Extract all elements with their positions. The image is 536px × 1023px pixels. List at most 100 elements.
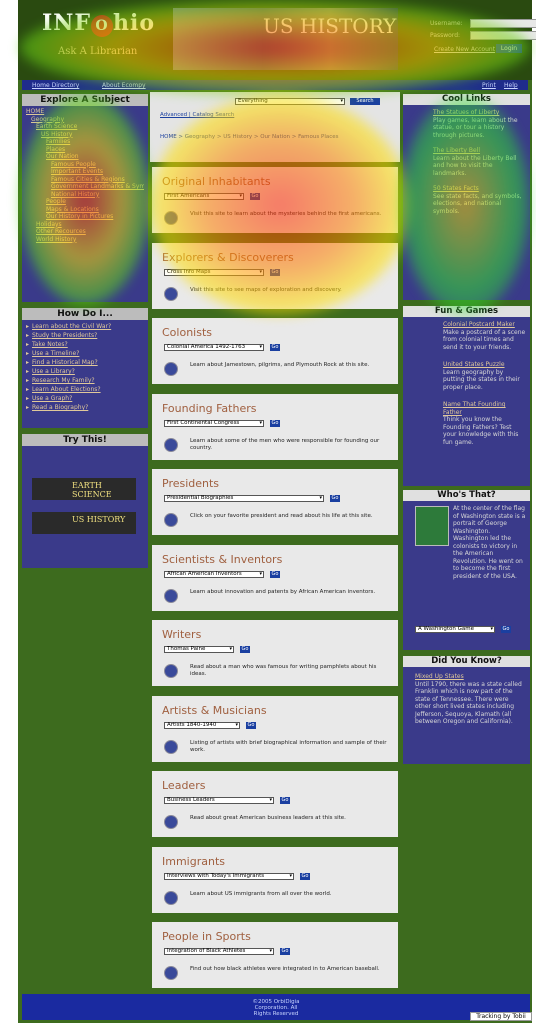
card-description: Learn about some of the men who were res…	[190, 437, 380, 451]
card-go-button[interactable]: Go	[330, 495, 340, 502]
tree-item[interactable]: Famous Cities & Regions	[26, 176, 144, 184]
tree-item[interactable]: Other Recources	[26, 228, 144, 236]
howdo-link[interactable]: Use a Timeline?	[22, 349, 148, 358]
tree-item[interactable]: Places	[26, 146, 144, 154]
whos-that-select[interactable]: A Washington Game	[415, 626, 495, 633]
card-select[interactable]: Presidential Biographies	[164, 495, 324, 502]
tree-item[interactable]: Government Landmarks & Symbols	[26, 183, 144, 191]
card-select[interactable]: First Continental Congress	[164, 419, 264, 427]
card-select[interactable]: Business Leaders	[164, 797, 274, 804]
tree-item[interactable]: US History	[26, 131, 144, 139]
card-description: Learn about Jamestown, pilgrims, and Ply…	[190, 362, 370, 368]
cool-link-item: 50 States Facts See state facts, and symb…	[433, 185, 526, 215]
whos-that-go-button[interactable]: Go	[501, 626, 511, 633]
card-select[interactable]: Interviews with Today's Immigrants	[164, 872, 294, 880]
tree-item[interactable]: Earth Science	[26, 123, 144, 131]
card-go-button[interactable]: Go	[270, 344, 280, 351]
howdo-link[interactable]: Find a Historical Map?	[22, 358, 148, 367]
resource-icon[interactable]	[164, 588, 178, 603]
us-history-banner[interactable]: US HISTORY	[32, 512, 136, 534]
resource-icon[interactable]	[164, 437, 178, 452]
resource-icon[interactable]	[164, 890, 178, 905]
card-go-button[interactable]: Go	[240, 646, 250, 653]
cool-link[interactable]: The Statues of Liberty	[433, 109, 526, 117]
howdo-link[interactable]: Read a Biography?	[22, 403, 148, 412]
nav-print[interactable]: Print	[482, 82, 496, 89]
card-go-button[interactable]: Go	[270, 570, 280, 578]
tree-item[interactable]: National History	[26, 191, 144, 199]
howdo-link[interactable]: Use a Graph?	[22, 394, 148, 403]
howdo-link[interactable]: Learn About Elections?	[22, 385, 148, 394]
tree-item[interactable]: Geography	[26, 116, 144, 124]
tree-item[interactable]: Families	[26, 138, 144, 146]
card-go-button[interactable]: Go	[270, 268, 280, 276]
card-title: Writers	[162, 628, 202, 641]
subject-tree: HOME Geography Earth Science US History Fami…	[22, 106, 148, 245]
search-scope-select[interactable]: Everything	[235, 98, 345, 105]
card-go-button[interactable]: Go	[280, 797, 290, 804]
card-go-button[interactable]: Go	[300, 872, 310, 880]
mixed-up-states-link[interactable]: Mixed Up States	[415, 673, 522, 681]
howdo-link[interactable]: Take Notes?	[22, 340, 148, 349]
card-go-button[interactable]: Go	[246, 721, 256, 729]
infohio-logo[interactable]: INF Ohio	[42, 10, 155, 37]
search-button[interactable]: Search	[350, 98, 380, 105]
card-select[interactable]: African American Inventors	[164, 570, 264, 578]
subject-card: Original Inhabitants First Americans Go Vis…	[150, 165, 400, 235]
fun-game-link[interactable]: Colonial Postcard Maker	[443, 321, 526, 329]
signup-link[interactable]: Create New Account	[434, 46, 495, 53]
fun-game-link[interactable]: Name That Founding Father	[443, 401, 526, 416]
card-select[interactable]: Thomas Paine	[164, 646, 234, 653]
tree-item[interactable]: Holidays	[26, 221, 144, 229]
username-field[interactable]	[470, 19, 536, 28]
tree-item[interactable]: Our History in Pictures	[26, 213, 144, 221]
resource-icon[interactable]	[164, 362, 178, 376]
explore-panel: Explore A Subject HOME Geography Earth Sci…	[22, 94, 148, 302]
card-go-button[interactable]: Go	[250, 193, 260, 200]
howdo-link[interactable]: Use a Library?	[22, 367, 148, 376]
cool-link[interactable]: 50 States Facts	[433, 185, 526, 193]
card-select[interactable]: Colonial America 1492-1763	[164, 344, 264, 351]
howdo-link[interactable]: Learn about the Civil War?	[22, 322, 148, 331]
card-select[interactable]: Artists 1840-1940	[164, 721, 240, 729]
tree-item[interactable]: HOME	[26, 108, 144, 116]
subject-card: Presidents Presidential Biographies Go Clic…	[150, 467, 400, 537]
password-field[interactable]	[470, 31, 536, 40]
card-go-button[interactable]: Go	[270, 419, 280, 427]
tree-item[interactable]: Famous People	[26, 161, 144, 169]
ask-librarian-link[interactable]: Ask A Librarian	[58, 46, 137, 57]
card-title: Explorers & Discoverers	[162, 250, 294, 264]
howdo-heading: How Do I...	[22, 308, 148, 320]
trythis-heading: Try This!	[22, 434, 148, 446]
card-title: Founding Fathers	[162, 401, 257, 415]
resource-icon[interactable]	[164, 286, 178, 301]
card-select[interactable]: Integration of Black Athletes	[164, 948, 274, 955]
resource-icon[interactable]	[164, 664, 178, 678]
resource-icon[interactable]	[164, 966, 178, 980]
resource-icon[interactable]	[164, 211, 178, 225]
resource-icon[interactable]	[164, 815, 178, 829]
breadcrumb[interactable]: HOME > Geography > US History > Our Nati…	[160, 134, 390, 141]
resource-icon[interactable]	[164, 513, 178, 527]
login-button[interactable]: Login	[496, 44, 522, 53]
howdo-link[interactable]: Research My Family?	[22, 376, 148, 385]
tree-item[interactable]: Our Nation	[26, 153, 144, 161]
nav-help[interactable]: Help	[504, 82, 518, 89]
howdo-link[interactable]: Study the Presidents?	[22, 331, 148, 340]
tree-item[interactable]: Maps & Locations	[26, 206, 144, 214]
tree-item[interactable]: People	[26, 198, 144, 206]
cool-link[interactable]: The Liberty Bell	[433, 147, 526, 155]
nav-home[interactable]: Home Directory	[32, 82, 79, 89]
did-you-know-text: Until 1790, there was a state called Fra…	[415, 680, 522, 726]
card-select[interactable]: First Americans	[164, 193, 244, 200]
tree-item[interactable]: Important Events	[26, 168, 144, 176]
tree-item[interactable]: World History	[26, 236, 144, 244]
card-select[interactable]: Cross Info Maps	[164, 268, 264, 276]
advanced-search-links[interactable]: Advanced | Catalog Search	[160, 112, 234, 118]
fun-game-link[interactable]: United States Puzzle	[443, 361, 526, 369]
nav-about[interactable]: About Ecompy	[102, 82, 146, 89]
subject-card: Writers Thomas Paine Go Read about a man wh…	[150, 618, 400, 688]
earth-science-banner[interactable]: EARTH SCIENCE	[32, 478, 136, 500]
resource-icon[interactable]	[164, 739, 178, 754]
card-go-button[interactable]: Go	[280, 948, 290, 955]
